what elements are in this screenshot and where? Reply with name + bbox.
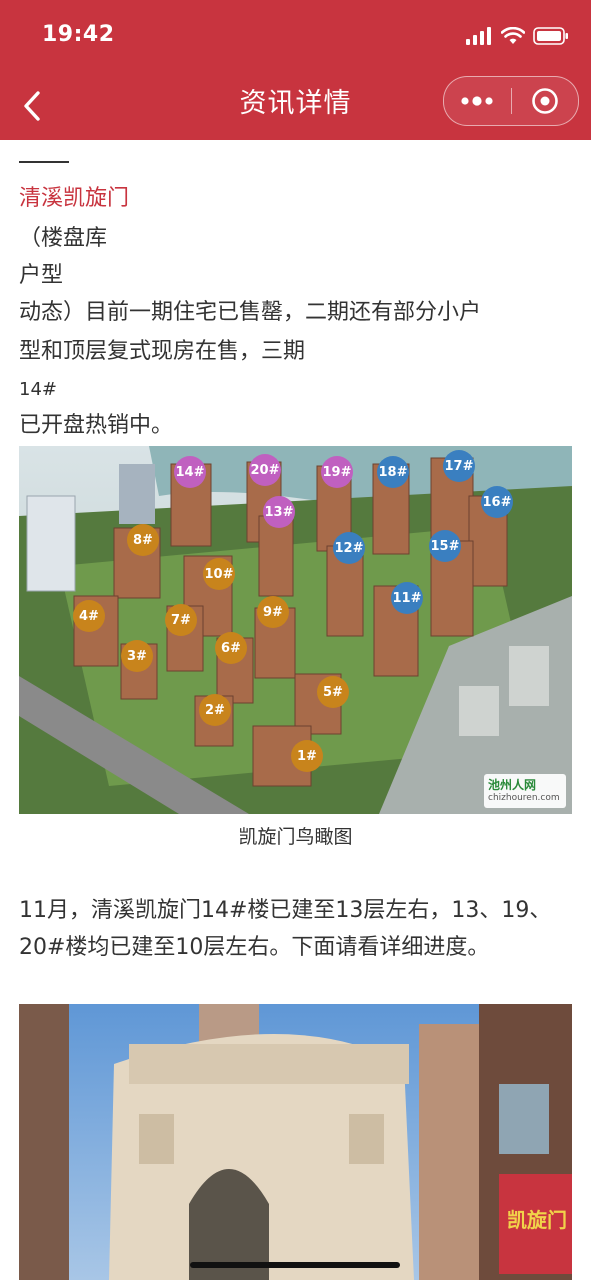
status-time: 19:42: [42, 22, 115, 47]
progress-paragraph: 11月，清溪凯旋门14#楼已建至13层左右，13、19、20#楼均已建至10层左…: [19, 898, 552, 960]
close-button[interactable]: [512, 77, 579, 125]
watermark-text: 池州人网: [488, 778, 537, 792]
building-pin-13: 13#: [263, 496, 295, 528]
watermark-badge: 池州人网 chizhouren.com: [484, 774, 566, 808]
text-line: 14#: [19, 379, 57, 400]
wifi-icon: [501, 27, 525, 44]
building-pin-18: 18#: [377, 456, 409, 488]
status-bar: 19:42: [0, 0, 591, 72]
shop-sign: 凯旋门: [507, 1208, 567, 1232]
image-caption: 凯旋门鸟瞰图: [238, 826, 353, 848]
home-indicator[interactable]: [190, 1262, 400, 1268]
building-pin-17: 17#: [443, 450, 475, 482]
status-icons: [465, 25, 569, 47]
target-circle-icon: [531, 88, 558, 114]
article-title[interactable]: 清溪凯旋门: [19, 180, 575, 217]
text-line: 已开盘热销中。: [19, 413, 174, 438]
building-pin-20: 20#: [249, 454, 281, 486]
arch-illustration: [19, 1004, 572, 1280]
building-pin-19: 19#: [321, 456, 353, 488]
building-pin-15: 15#: [429, 530, 461, 562]
battery-icon: [533, 27, 568, 45]
text-line: 型和顶层复式现房在售，三期: [19, 339, 306, 364]
building-pin-9: 9#: [257, 596, 289, 628]
watermark-url: chizhouren.com: [488, 793, 560, 803]
divider-line: [19, 161, 69, 163]
aerial-view-image[interactable]: 14# 20# 19# 18# 17# 16# 13# 8# 12# 15# 1…: [19, 446, 572, 814]
building-pin-11: 11#: [391, 582, 423, 614]
article-content: 清溪凯旋门 （楼盘库 户型 动态）目前一期住宅已售罄，二期还有部分小户 型和顶层…: [0, 140, 591, 1280]
building-pin-2: 2#: [199, 694, 231, 726]
building-pin-8: 8#: [127, 524, 159, 556]
building-pin-1: 1#: [291, 740, 323, 772]
building-pin-3: 3#: [121, 640, 153, 672]
building-pin-12: 12#: [333, 532, 365, 564]
building-pin-5: 5#: [317, 676, 349, 708]
text-line: （楼盘库: [19, 226, 108, 251]
text-line: 动态）目前一期住宅已售罄，二期还有部分小户: [19, 300, 482, 325]
signal-icon: [466, 27, 491, 45]
building-pin-4: 4#: [73, 600, 105, 632]
building-pin-7: 7#: [165, 604, 197, 636]
building-pin-6: 6#: [215, 632, 247, 664]
more-dots-icon: [461, 96, 493, 106]
text-line: 户型: [19, 263, 64, 288]
arch-photo[interactable]: 凯旋门: [19, 1004, 572, 1280]
menu-capsule: [443, 76, 579, 126]
building-pin-10: 10#: [203, 558, 235, 590]
building-pin-16: 16#: [481, 486, 513, 518]
more-button[interactable]: [444, 77, 511, 125]
nav-bar: 资讯详情: [0, 72, 591, 140]
building-pin-14: 14#: [174, 456, 206, 488]
